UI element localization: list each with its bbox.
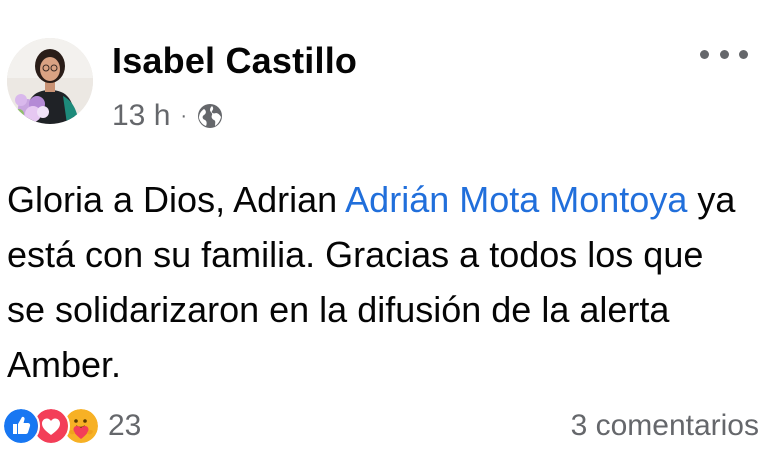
more-dot <box>719 49 729 59</box>
globe-icon[interactable] <box>197 103 223 129</box>
post-text: Gloria a Dios, Adrian Adrián Mota Montoy… <box>7 172 747 392</box>
reactions-summary[interactable]: 23 <box>2 406 141 446</box>
facebook-post: Isabel Castillo 13 h · Gloria a Dios, Ad… <box>0 0 762 468</box>
author-avatar[interactable] <box>7 38 93 124</box>
comments-count-link[interactable]: 3 comentarios <box>571 404 759 448</box>
post-time[interactable]: 13 h <box>112 99 170 133</box>
post-text-start: Gloria a Dios, Adrian <box>7 179 346 220</box>
avatar-photo <box>7 38 93 124</box>
like-icon <box>2 407 40 445</box>
mention-link[interactable]: Adrián Mota Montoya <box>345 179 687 220</box>
meta-separator: · <box>180 105 188 127</box>
post-meta: 13 h · <box>112 96 223 136</box>
more-options-icon[interactable] <box>700 40 748 68</box>
reaction-count: 23 <box>108 409 142 442</box>
more-dot <box>739 49 748 59</box>
author-name[interactable]: Isabel Castillo <box>112 40 357 82</box>
more-dot <box>700 49 709 59</box>
